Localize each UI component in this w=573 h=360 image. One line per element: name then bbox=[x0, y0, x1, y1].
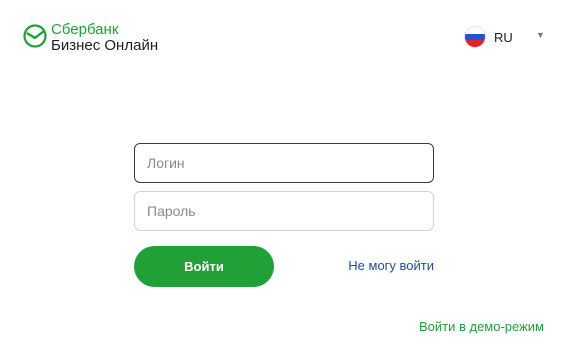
password-input[interactable] bbox=[134, 191, 434, 231]
sber-logo-icon bbox=[23, 24, 47, 48]
demo-mode-link[interactable]: Войти в демо-режим bbox=[419, 319, 544, 334]
logo-brand-name: Сбербанк bbox=[51, 21, 119, 38]
language-selector[interactable]: RU ▼ bbox=[465, 27, 545, 47]
language-code: RU bbox=[494, 29, 513, 45]
login-input[interactable] bbox=[134, 143, 434, 183]
sberbank-logo: Сбербанк Бизнес Онлайн bbox=[23, 22, 158, 54]
cant-login-link[interactable]: Не могу войти bbox=[348, 258, 434, 273]
chevron-down-icon: ▼ bbox=[536, 30, 545, 40]
login-button[interactable]: Войти bbox=[134, 246, 274, 287]
russia-flag-icon bbox=[465, 27, 485, 47]
logo-product-name: Бизнес Онлайн bbox=[51, 37, 159, 54]
